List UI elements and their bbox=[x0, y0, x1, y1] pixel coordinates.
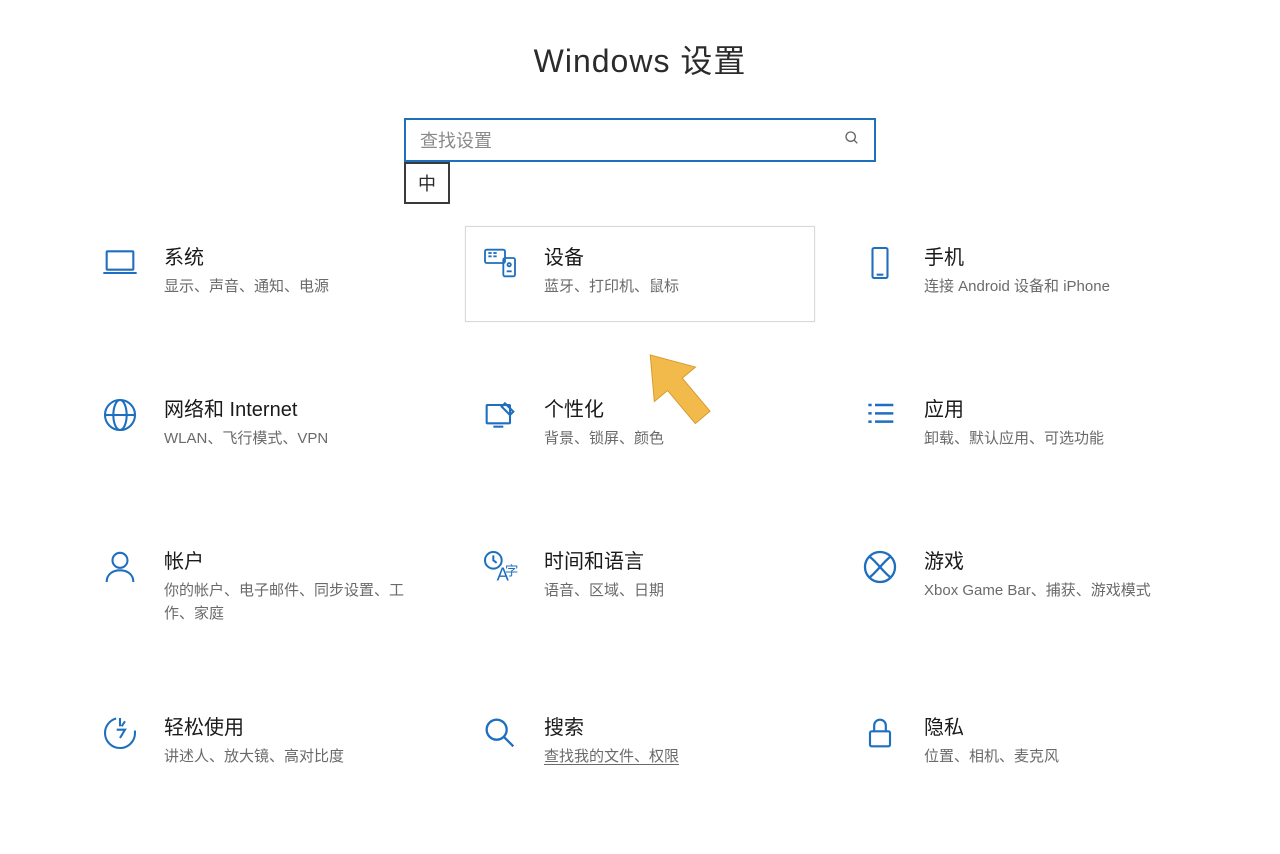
page-title: Windows 设置 bbox=[0, 36, 1280, 82]
tile-title: 网络和 Internet bbox=[164, 393, 422, 422]
phone-icon bbox=[858, 241, 902, 285]
svg-text:字: 字 bbox=[505, 563, 518, 578]
tile-desc: 蓝牙、打印机、鼠标 bbox=[544, 276, 802, 299]
devices-icon bbox=[478, 241, 522, 285]
tile-desc: 卸载、默认应用、可选功能 bbox=[924, 428, 1182, 451]
laptop-icon bbox=[98, 241, 142, 285]
ease-of-access-icon bbox=[98, 711, 142, 755]
search-icon bbox=[844, 130, 860, 151]
tile-title: 游戏 bbox=[924, 545, 1182, 574]
tile-desc: 查找我的文件、权限 bbox=[544, 746, 802, 769]
xbox-icon bbox=[858, 545, 902, 589]
tile-title: 隐私 bbox=[924, 711, 1182, 740]
tile-apps[interactable]: 应用 卸载、默认应用、可选功能 bbox=[845, 378, 1195, 474]
tile-desc: 讲述人、放大镜、高对比度 bbox=[164, 746, 422, 769]
tile-desc: 背景、锁屏、颜色 bbox=[544, 428, 802, 451]
tile-network[interactable]: 网络和 Internet WLAN、飞行模式、VPN bbox=[85, 378, 435, 474]
personalization-icon bbox=[478, 393, 522, 437]
tile-desc: 语音、区域、日期 bbox=[544, 580, 802, 603]
tile-title: 设备 bbox=[544, 241, 802, 270]
tile-title: 手机 bbox=[924, 241, 1182, 270]
search-input[interactable]: 查找设置 bbox=[404, 118, 876, 162]
tile-privacy[interactable]: 隐私 位置、相机、麦克风 bbox=[845, 696, 1195, 792]
tile-title: 搜索 bbox=[544, 711, 802, 740]
tile-desc: 你的帐户、电子邮件、同步设置、工作、家庭 bbox=[164, 580, 422, 625]
tile-search[interactable]: 搜索 查找我的文件、权限 bbox=[465, 696, 815, 792]
apps-list-icon bbox=[858, 393, 902, 437]
tile-devices[interactable]: 设备 蓝牙、打印机、鼠标 bbox=[465, 226, 815, 322]
settings-grid: 系统 显示、声音、通知、电源 设备 蓝牙、打印机、鼠标 bbox=[85, 226, 1195, 792]
tile-accounts[interactable]: 帐户 你的帐户、电子邮件、同步设置、工作、家庭 bbox=[85, 530, 435, 640]
tile-title: 轻松使用 bbox=[164, 711, 422, 740]
tile-personalization[interactable]: 个性化 背景、锁屏、颜色 bbox=[465, 378, 815, 474]
tile-system[interactable]: 系统 显示、声音、通知、电源 bbox=[85, 226, 435, 322]
tile-gaming[interactable]: 游戏 Xbox Game Bar、捕获、游戏模式 bbox=[845, 530, 1195, 640]
magnifier-icon bbox=[478, 711, 522, 755]
tile-phone[interactable]: 手机 连接 Android 设备和 iPhone bbox=[845, 226, 1195, 322]
tile-title: 个性化 bbox=[544, 393, 802, 422]
lock-icon bbox=[858, 711, 902, 755]
tile-desc: 连接 Android 设备和 iPhone bbox=[924, 276, 1182, 299]
tile-desc: WLAN、飞行模式、VPN bbox=[164, 428, 422, 451]
search-placeholder: 查找设置 bbox=[420, 127, 844, 153]
globe-icon bbox=[98, 393, 142, 437]
ime-indicator[interactable]: 中 bbox=[404, 162, 450, 204]
tile-title: 应用 bbox=[924, 393, 1182, 422]
tile-desc: 显示、声音、通知、电源 bbox=[164, 276, 422, 299]
tile-ease-of-access[interactable]: 轻松使用 讲述人、放大镜、高对比度 bbox=[85, 696, 435, 792]
time-language-icon: A 字 bbox=[478, 545, 522, 589]
tile-title: 系统 bbox=[164, 241, 422, 270]
tile-desc: Xbox Game Bar、捕获、游戏模式 bbox=[924, 580, 1182, 603]
tile-desc: 位置、相机、麦克风 bbox=[924, 746, 1182, 769]
tile-time-language[interactable]: A 字 时间和语言 语音、区域、日期 bbox=[465, 530, 815, 640]
tile-title: 帐户 bbox=[164, 545, 422, 574]
person-icon bbox=[98, 545, 142, 589]
tile-title: 时间和语言 bbox=[544, 545, 802, 574]
